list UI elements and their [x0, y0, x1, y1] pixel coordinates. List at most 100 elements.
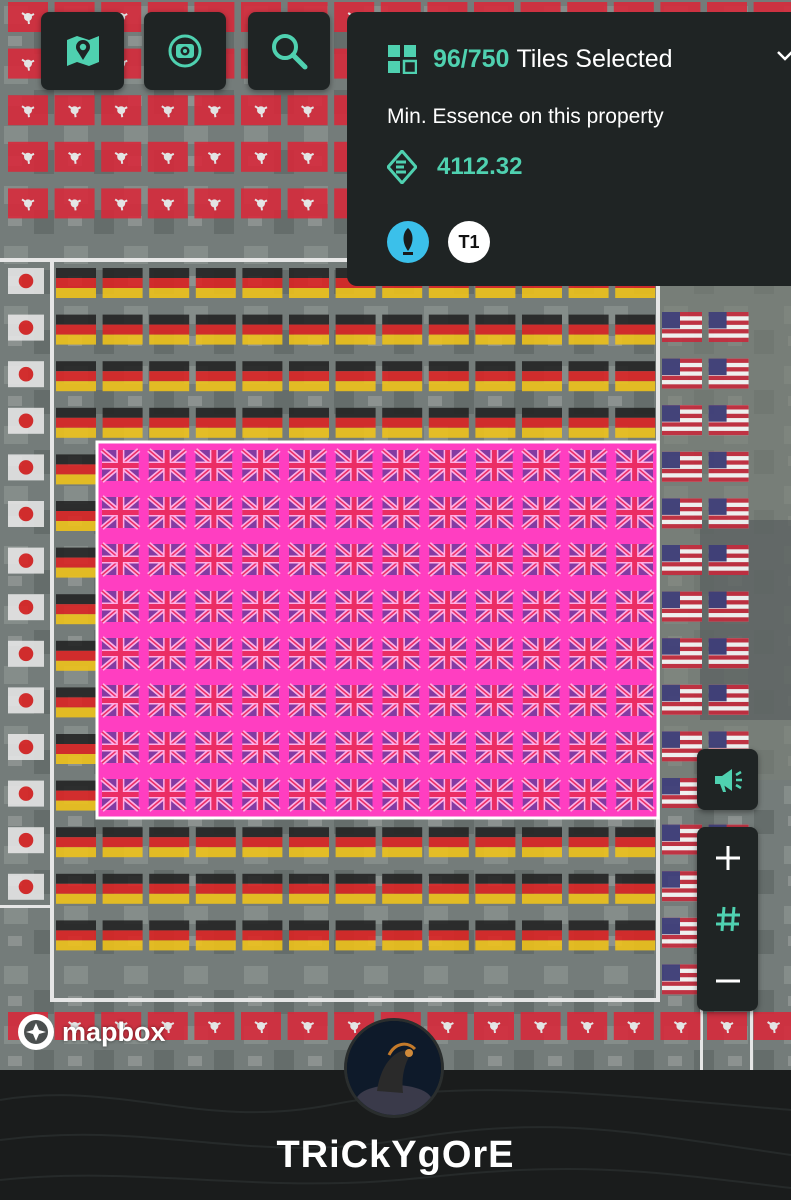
map-tile[interactable] — [56, 547, 96, 578]
zoom-in-button[interactable] — [697, 827, 758, 888]
map-tile[interactable] — [382, 920, 423, 951]
map-tile[interactable] — [335, 407, 376, 438]
quill-badge[interactable] — [387, 221, 429, 263]
map-tile[interactable] — [662, 778, 702, 808]
map-tile[interactable] — [428, 873, 469, 904]
map-tile[interactable] — [8, 547, 44, 574]
map-tile[interactable] — [662, 917, 702, 948]
map-tile[interactable] — [568, 920, 609, 951]
map-tile[interactable] — [568, 314, 609, 345]
map-tile[interactable] — [56, 314, 96, 345]
map-canvas[interactable]: 96/750 Tiles Selected Min. Essence on th… — [0, 0, 791, 1070]
map-tile[interactable] — [149, 361, 190, 392]
map-tile[interactable] — [382, 407, 423, 438]
map-tile[interactable] — [522, 873, 562, 904]
map-tile[interactable] — [474, 1012, 514, 1040]
map-tile[interactable] — [242, 407, 283, 438]
map-tile[interactable] — [707, 1012, 747, 1040]
map-tile[interactable] — [149, 407, 190, 438]
map-tile[interactable] — [8, 188, 48, 219]
map-tile[interactable] — [101, 188, 142, 219]
map-tile[interactable] — [149, 920, 190, 951]
map-tile[interactable] — [8, 141, 48, 172]
map-tile[interactable] — [8, 594, 44, 621]
map-tile[interactable] — [615, 407, 656, 438]
map-tile[interactable] — [8, 827, 44, 854]
map-tile[interactable] — [428, 407, 469, 438]
map-tile[interactable] — [56, 501, 96, 531]
map-tile[interactable] — [662, 638, 702, 669]
map-tile[interactable] — [522, 314, 562, 345]
map-tile[interactable] — [615, 314, 656, 345]
map-tile[interactable] — [708, 545, 749, 575]
map-tile[interactable] — [522, 920, 562, 951]
map-tile[interactable] — [8, 454, 44, 481]
map-tile[interactable] — [662, 871, 702, 902]
map-tile[interactable] — [289, 407, 329, 438]
map-tile[interactable] — [195, 407, 236, 438]
map-tile[interactable] — [56, 827, 96, 858]
map-tile[interactable] — [753, 1012, 791, 1040]
map-tile[interactable] — [708, 591, 749, 622]
grid-toggle-button[interactable] — [697, 888, 758, 949]
map-tile[interactable] — [8, 873, 44, 900]
map-tile[interactable] — [382, 361, 423, 392]
map-tile[interactable] — [242, 314, 283, 345]
map-tile[interactable] — [708, 405, 749, 436]
map-tile[interactable] — [287, 1012, 328, 1040]
map-tile[interactable] — [194, 188, 235, 219]
map-tile[interactable] — [147, 141, 188, 172]
map-tile[interactable] — [8, 361, 44, 388]
map-tile[interactable] — [615, 361, 656, 392]
map-tile[interactable] — [335, 827, 376, 858]
map-tile[interactable] — [289, 314, 329, 345]
map-tile[interactable] — [195, 268, 236, 298]
map-tile[interactable] — [56, 268, 96, 298]
map-tile[interactable] — [101, 95, 142, 126]
map-tile[interactable] — [242, 873, 283, 904]
map-tile[interactable] — [56, 407, 96, 438]
map-tile[interactable] — [522, 361, 562, 392]
avatar[interactable] — [344, 1018, 444, 1118]
map-tile[interactable] — [568, 827, 609, 858]
map-tile[interactable] — [56, 640, 96, 671]
map-tile[interactable] — [242, 268, 283, 298]
map-tile[interactable] — [289, 920, 329, 951]
map-tile[interactable] — [662, 964, 702, 995]
map-tile[interactable] — [662, 312, 702, 342]
map-tile[interactable] — [568, 873, 609, 904]
map-tile[interactable] — [475, 407, 516, 438]
map-tile[interactable] — [147, 95, 188, 126]
map-tile[interactable] — [287, 95, 328, 126]
map-tile[interactable] — [242, 827, 283, 858]
map-tile[interactable] — [615, 827, 656, 858]
map-tile[interactable] — [335, 920, 376, 951]
search-button[interactable] — [248, 12, 330, 90]
map-tile[interactable] — [8, 687, 44, 714]
announce-button[interactable] — [697, 749, 758, 810]
map-tile[interactable] — [708, 312, 749, 342]
map-tile[interactable] — [8, 501, 44, 527]
map-tile[interactable] — [102, 827, 143, 858]
camera-button[interactable] — [144, 12, 226, 90]
map-tile[interactable] — [8, 734, 44, 760]
map-tile[interactable] — [708, 451, 749, 482]
map-tile[interactable] — [662, 451, 702, 482]
map-tile[interactable] — [615, 873, 656, 904]
map-tile[interactable] — [149, 314, 190, 345]
map-tile[interactable] — [149, 873, 190, 904]
map-tile[interactable] — [662, 405, 702, 436]
map-tile[interactable] — [662, 498, 702, 529]
map-tile[interactable] — [289, 361, 329, 392]
map-tile[interactable] — [195, 873, 236, 904]
map-tile[interactable] — [149, 268, 190, 298]
tier-badge[interactable]: T1 — [448, 221, 490, 263]
map-tile[interactable] — [662, 591, 702, 622]
map-tile[interactable] — [56, 873, 96, 904]
map-tile[interactable] — [662, 545, 702, 575]
map-tile[interactable] — [475, 873, 516, 904]
map-tile[interactable] — [287, 188, 328, 219]
map-button[interactable] — [41, 12, 124, 90]
map-tile[interactable] — [335, 873, 376, 904]
map-tile[interactable] — [194, 1012, 235, 1040]
